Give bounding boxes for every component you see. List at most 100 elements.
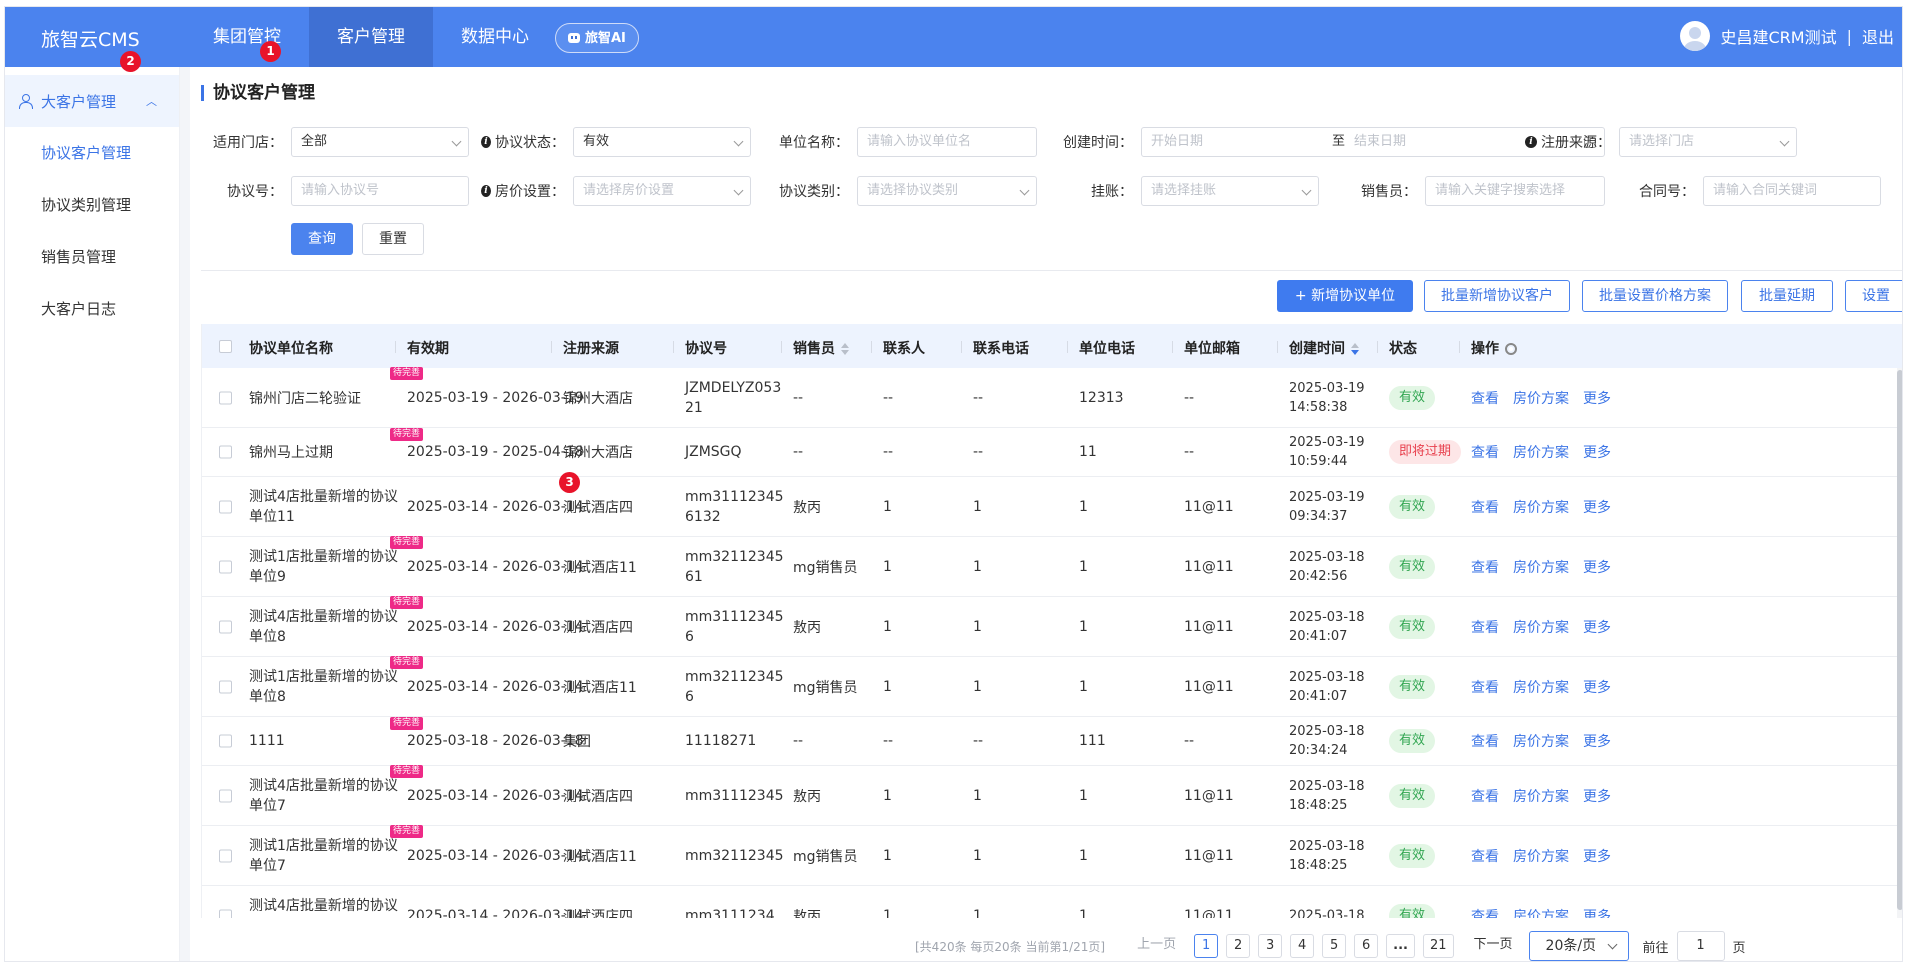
more-link[interactable]: 更多: [1583, 786, 1611, 806]
cell-unit-name[interactable]: 锦州马上过期: [249, 442, 399, 462]
row-checkbox[interactable]: [219, 849, 232, 862]
page-number-button[interactable]: 3: [1258, 934, 1283, 958]
cell-unit-name[interactable]: 锦州门店二轮验证: [249, 388, 399, 408]
cell-unit-name[interactable]: 测试4店批量新增的协议单位7: [249, 776, 399, 816]
page-number-button[interactable]: 1: [1194, 934, 1219, 958]
cell-unit-name[interactable]: 测试1店批量新增的协议单位9: [249, 547, 399, 587]
on-account-select[interactable]: 请选择挂账: [1141, 176, 1319, 206]
status-select[interactable]: 有效: [573, 127, 751, 157]
store-select[interactable]: 全部: [291, 127, 469, 157]
scrollbar-thumb[interactable]: [1897, 370, 1902, 910]
view-link[interactable]: 查看: [1471, 557, 1499, 577]
batch-set-price-button[interactable]: 批量设置价格方案: [1582, 280, 1728, 312]
price-plan-link[interactable]: 房价方案: [1513, 731, 1569, 751]
row-checkbox[interactable]: [219, 909, 232, 918]
more-link[interactable]: 更多: [1583, 617, 1611, 637]
reset-button[interactable]: 重置: [362, 223, 424, 255]
table-row[interactable]: 1111 2025-03-18 - 2026-03-18 集团 11118271…: [202, 717, 1902, 766]
price-plan-link[interactable]: 房价方案: [1513, 906, 1569, 919]
cell-unit-name[interactable]: 测试4店批量新增的协议单位8: [249, 607, 399, 647]
nav-data-center[interactable]: 数据中心: [433, 7, 557, 67]
cell-unit-name[interactable]: 测试4店批量新增的协议单位11: [249, 487, 399, 527]
price-plan-link[interactable]: 房价方案: [1513, 497, 1569, 517]
table-row[interactable]: 测试1店批量新增的协议单位7 2025-03-14 - 2026-03-14 测…: [202, 825, 1902, 886]
more-link[interactable]: 更多: [1583, 557, 1611, 577]
select-all-checkbox[interactable]: [219, 340, 232, 353]
view-link[interactable]: 查看: [1471, 731, 1499, 751]
sidebar-item-key-account-log[interactable]: 大客户日志: [5, 283, 179, 335]
view-link[interactable]: 查看: [1471, 786, 1499, 806]
view-link[interactable]: 查看: [1471, 442, 1499, 462]
next-page-button[interactable]: 下一页: [1467, 934, 1519, 958]
sidebar-item-agreement-categories[interactable]: 协议类别管理: [5, 179, 179, 231]
unit-name-input[interactable]: 请输入协议单位名: [857, 127, 1037, 157]
gear-icon[interactable]: [1505, 343, 1517, 355]
row-checkbox[interactable]: [219, 620, 232, 633]
goto-page-input[interactable]: 1: [1676, 931, 1725, 961]
row-checkbox[interactable]: [219, 560, 232, 573]
col-salesperson[interactable]: 销售员: [781, 338, 849, 358]
more-link[interactable]: 更多: [1583, 442, 1611, 462]
contract-no-input[interactable]: 请输入合同关键词: [1703, 176, 1881, 206]
table-row[interactable]: 测试4店批量新增的协议单位 2025-03-14 - 2026-03-14 测试…: [202, 886, 1902, 919]
page-number-button[interactable]: 2: [1226, 934, 1251, 958]
page-size-select[interactable]: 20条/页: [1528, 931, 1629, 961]
table-row[interactable]: 锦州门店二轮验证 2025-03-19 - 2026-03-19 锦州大酒店 J…: [202, 367, 1902, 428]
price-setting-select[interactable]: 请选择房价设置: [573, 176, 751, 206]
row-checkbox[interactable]: [219, 789, 232, 802]
page-number-button[interactable]: 6: [1354, 934, 1379, 958]
page-number-button[interactable]: 21: [1422, 934, 1454, 958]
avatar[interactable]: [1680, 21, 1711, 51]
batch-add-customers-button[interactable]: 批量新增协议客户: [1424, 280, 1570, 312]
table-scrollbar[interactable]: [1897, 368, 1902, 918]
view-link[interactable]: 查看: [1471, 388, 1499, 408]
table-row[interactable]: 测试1店批量新增的协议单位8 2025-03-14 - 2026-03-14 测…: [202, 656, 1902, 717]
add-agreement-unit-button[interactable]: + 新增协议单位: [1277, 280, 1413, 312]
row-checkbox[interactable]: [219, 391, 232, 404]
reg-source-select[interactable]: 请选择门店: [1619, 127, 1797, 157]
view-link[interactable]: 查看: [1471, 846, 1499, 866]
table-row[interactable]: 测试4店批量新增的协议单位11 2025-03-14 - 2026-03-14 …: [202, 477, 1902, 537]
batch-extend-button[interactable]: 批量延期: [1741, 280, 1833, 312]
ai-assistant-button[interactable]: 旅智AI: [555, 23, 639, 53]
user-name[interactable]: 史昌建CRM测试: [1720, 24, 1836, 48]
price-plan-link[interactable]: 房价方案: [1513, 442, 1569, 462]
brand-logo[interactable]: 旅智云CMS: [41, 25, 140, 52]
sidebar-item-agreement-customers[interactable]: 协议客户管理: [5, 127, 179, 179]
table-row[interactable]: 锦州马上过期 2025-03-19 - 2025-04-18 锦州大酒店 JZM…: [202, 428, 1902, 477]
agreement-no-input[interactable]: 请输入协议号: [291, 176, 469, 206]
price-plan-link[interactable]: 房价方案: [1513, 846, 1569, 866]
settings-button[interactable]: 设置: [1845, 280, 1902, 312]
row-checkbox[interactable]: [219, 734, 232, 748]
page-number-button[interactable]: 5: [1322, 934, 1347, 958]
view-link[interactable]: 查看: [1471, 497, 1499, 517]
page-number-button[interactable]: 4: [1290, 934, 1315, 958]
cell-unit-name[interactable]: 测试1店批量新增的协议单位8: [249, 667, 399, 707]
view-link[interactable]: 查看: [1471, 617, 1499, 637]
more-link[interactable]: 更多: [1583, 497, 1611, 517]
more-link[interactable]: 更多: [1583, 731, 1611, 751]
table-row[interactable]: 测试4店批量新增的协议单位7 2025-03-14 - 2026-03-14 测…: [202, 765, 1902, 826]
sort-desc-icon[interactable]: [1351, 343, 1359, 355]
row-checkbox[interactable]: [219, 445, 232, 459]
view-link[interactable]: 查看: [1471, 906, 1499, 919]
row-checkbox[interactable]: [219, 500, 232, 513]
cell-unit-name[interactable]: 测试4店批量新增的协议单位: [249, 896, 399, 919]
sidebar-group-key-accounts[interactable]: 大客户管理 ︿: [5, 75, 179, 127]
cell-unit-name[interactable]: 1111: [249, 733, 399, 749]
col-created-time[interactable]: 创建时间: [1277, 338, 1359, 358]
table-row[interactable]: 测试1店批量新增的协议单位9 2025-03-14 - 2026-03-14 测…: [202, 536, 1902, 597]
price-plan-link[interactable]: 房价方案: [1513, 388, 1569, 408]
salesperson-input[interactable]: 请输入关键字搜索选择: [1425, 176, 1605, 206]
table-row[interactable]: 测试4店批量新增的协议单位8 2025-03-14 - 2026-03-14 测…: [202, 596, 1902, 657]
sidebar-item-salespersons[interactable]: 销售员管理: [5, 231, 179, 283]
sort-icon[interactable]: [841, 343, 849, 355]
start-date-input[interactable]: 开始日期: [1151, 134, 1203, 149]
more-link[interactable]: 更多: [1583, 677, 1611, 697]
more-link[interactable]: 更多: [1583, 388, 1611, 408]
price-plan-link[interactable]: 房价方案: [1513, 617, 1569, 637]
more-link[interactable]: 更多: [1583, 906, 1611, 919]
logout-link[interactable]: 退出: [1862, 24, 1894, 48]
category-select[interactable]: 请选择协议类别: [857, 176, 1037, 206]
nav-group-control[interactable]: 集团管控: [185, 7, 309, 67]
